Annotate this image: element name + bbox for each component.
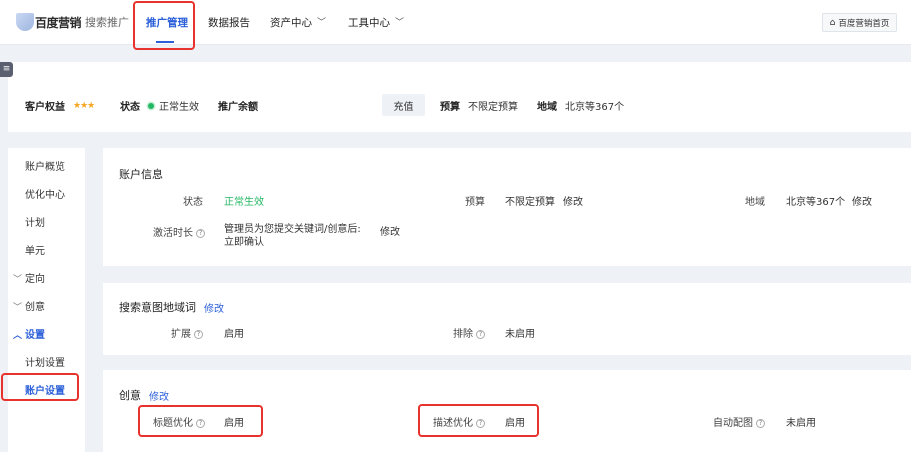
question-icon[interactable]: ? [196, 229, 205, 238]
description-optimization-value: 启用 [505, 418, 525, 429]
chevron-down-icon: ﹀ [317, 17, 327, 28]
home-icon: ⌂ [829, 17, 836, 28]
chevron-down-icon: ﹀ [13, 275, 23, 285]
sidebar-item-creatives[interactable]: ﹀ 创意 [13, 298, 45, 313]
active-tab-indicator [156, 41, 174, 43]
sidebar-item-account-settings[interactable]: 账户设置 [25, 382, 65, 397]
sidebar-item-account-overview[interactable]: 账户概览 [25, 158, 65, 173]
chevron-down-icon: ﹀ [13, 303, 23, 313]
account-status: 状态 正常生效 [120, 98, 199, 113]
creative-edit-link[interactable]: 修改 [149, 388, 169, 403]
search-intent-edit-link[interactable]: 修改 [204, 300, 224, 315]
activate-duration-edit-link[interactable]: 修改 [380, 223, 400, 238]
question-icon[interactable]: ? [476, 330, 485, 339]
question-icon[interactable]: ? [196, 419, 205, 428]
sidebar-item-campaign-settings[interactable]: 计划设置 [25, 354, 65, 369]
panel-title-text: 创意 [119, 389, 141, 402]
search-intent-region-panel: 搜索意图地域词 修改 扩展? 启用 排除? 未启用 [103, 283, 911, 355]
logo-brand: 百度营销 [35, 15, 82, 30]
region-edit-link[interactable]: 修改 [852, 193, 872, 208]
title-optimization-label-text: 标题优化 [153, 418, 193, 429]
nav-tab-promotion-management[interactable]: 推广管理 [146, 0, 188, 45]
budget-value: 不限定预算 [468, 102, 518, 113]
budget-label: 预算 [440, 102, 460, 113]
auto-image-value: 未启用 [786, 418, 816, 429]
activate-duration-value: 管理员为您提交关键词/创意后: 立即确认 [224, 223, 361, 249]
budget-label: 预算 [465, 197, 485, 208]
budget-value: 不限定预算 [505, 197, 555, 208]
account-info-title: 账户信息 [119, 166, 163, 182]
region-value: 北京等367个 [786, 197, 846, 208]
top-nav: 百度营销 搜索推广 推广管理 数据报告 资产中心 ﹀ 工具中心 ﹀ ⌂ 百度营销… [0, 0, 911, 45]
search-intent-title: 搜索意图地域词 修改 [119, 299, 224, 315]
description-optimization-label: 描述优化? [413, 414, 485, 429]
exclude-value: 未启用 [505, 329, 535, 340]
auto-image-label: 自动配图? [693, 414, 765, 429]
home-button-label: 百度营销首页 [838, 18, 890, 29]
creative-title: 创意 修改 [119, 387, 169, 403]
activate-duration-line-1: 管理员为您提交关键词/创意后: [224, 224, 361, 235]
sidebar-item-label: 定向 [25, 274, 45, 285]
budget-summary: 预算 不限定预算 [440, 98, 518, 113]
status-dot-icon [148, 102, 154, 109]
expand-label-text: 扩展 [171, 329, 191, 340]
activate-duration-label-text: 激活时长 [153, 228, 193, 239]
nav-tab-label: 推广管理 [146, 16, 188, 29]
chevron-up-icon: ︿ [13, 331, 23, 341]
creative-panel: 创意 修改 标题优化? 启用 描述优化? 启用 自动配图? 未启用 [103, 370, 911, 452]
region-label: 地域 [745, 197, 765, 208]
title-optimization-label: 标题优化? [133, 414, 205, 429]
question-icon[interactable]: ? [476, 419, 485, 428]
nav-tab-label: 数据报告 [208, 16, 250, 29]
budget-edit-link[interactable]: 修改 [563, 193, 583, 208]
baidu-marketing-home-button[interactable]: ⌂ 百度营销首页 [822, 13, 897, 32]
auto-image-label-text: 自动配图 [713, 418, 753, 429]
promotion-balance: 推广余额 [218, 98, 266, 113]
sidebar-item-optimization-center[interactable]: 优化中心 [25, 186, 65, 201]
menu-collapse-icon[interactable]: ≡ [0, 62, 13, 77]
panel-title-text: 搜索意图地域词 [119, 301, 196, 314]
expand-value: 启用 [224, 329, 244, 340]
nav-tab-asset-center[interactable]: 资产中心 ﹀ [270, 0, 326, 45]
account-status-label: 状态 [120, 102, 140, 113]
exclude-label-text: 排除 [453, 329, 473, 340]
activate-duration-line-2: 立即确认 [224, 237, 264, 248]
question-icon[interactable]: ? [756, 419, 765, 428]
exclude-label: 排除? [425, 325, 485, 340]
nav-tab-data-report[interactable]: 数据报告 [208, 0, 250, 45]
status-label: 状态 [183, 197, 203, 208]
nav-tab-tool-center[interactable]: 工具中心 ﹀ [348, 0, 404, 45]
sidebar-item-settings[interactable]: ︿ 设置 [13, 326, 45, 341]
activate-duration-label: 激活时长? [133, 224, 205, 239]
region-label: 地域 [537, 102, 557, 113]
region-summary: 地域 北京等367个 [537, 98, 624, 113]
sidebar-item-targeting[interactable]: ﹀ 定向 [13, 270, 45, 285]
sidebar-item-units[interactable]: 单元 [25, 242, 45, 257]
panel-title-text: 账户信息 [119, 168, 163, 181]
logo[interactable]: 百度营销 搜索推广 [16, 12, 129, 32]
question-icon[interactable]: ? [194, 330, 203, 339]
sidebar-item-label: 设置 [25, 330, 45, 341]
logo-product: 搜索推广 [85, 16, 130, 29]
account-status-value: 正常生效 [159, 102, 199, 113]
account-summary-bar: 客户权益 ★★★ 状态 正常生效 推广余额 充值 预算 不限定预算 地域 北京等… [8, 62, 911, 132]
region-value: 北京等367个 [565, 102, 625, 113]
sidebar-item-label: 创意 [25, 302, 45, 313]
status-value: 正常生效 [224, 197, 264, 208]
nav-tab-label: 工具中心 [348, 16, 390, 29]
customer-rights-label: 客户权益 [25, 102, 65, 113]
description-optimization-label-text: 描述优化 [433, 418, 473, 429]
recharge-button[interactable]: 充值 [382, 94, 425, 116]
account-info-panel: 账户信息 状态 正常生效 预算 不限定预算 修改 地域 北京等367个 修改 激… [103, 148, 911, 266]
customer-rights: 客户权益 ★★★ [25, 98, 95, 114]
nav-tab-label: 资产中心 [270, 16, 312, 29]
sidebar: 账户概览 优化中心 计划 单元 ﹀ 定向 ﹀ 创意 ︿ 设置 计划设置 账户设置 [8, 148, 85, 452]
title-optimization-value: 启用 [224, 418, 244, 429]
baidu-marketing-logo-icon [16, 13, 34, 31]
promotion-balance-label: 推广余额 [218, 102, 258, 113]
star-rating-icon: ★★★ [73, 100, 95, 111]
sidebar-item-campaigns[interactable]: 计划 [25, 214, 45, 229]
expand-label: 扩展? [143, 325, 203, 340]
chevron-down-icon: ﹀ [395, 17, 405, 28]
